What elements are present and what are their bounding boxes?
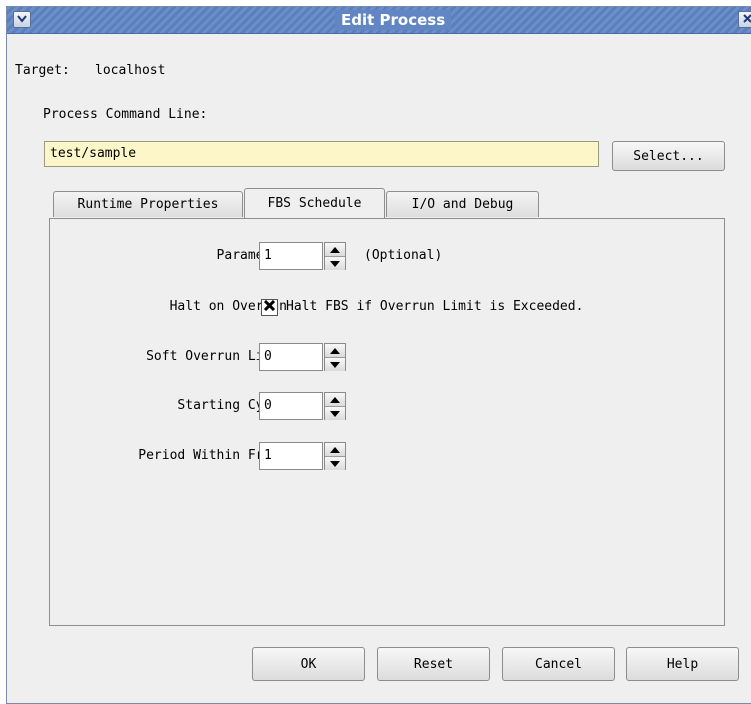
parameter-spinner[interactable] xyxy=(324,242,346,270)
window-menu-button[interactable] xyxy=(13,11,31,28)
select-button[interactable]: Select... xyxy=(612,141,725,171)
tab-label: Runtime Properties xyxy=(77,197,219,212)
tab-fbs-schedule[interactable]: FBS Schedule xyxy=(244,188,385,218)
chevron-down-icon xyxy=(17,12,27,27)
halt-on-overrun-checkbox[interactable] xyxy=(261,299,278,316)
starting-cycle-spinner[interactable] xyxy=(324,392,346,420)
parameter-hint: (Optional) xyxy=(364,248,443,263)
tab-io-and-debug[interactable]: I/O and Debug xyxy=(386,191,539,217)
spin-down-icon[interactable] xyxy=(325,406,345,420)
spin-up-icon[interactable] xyxy=(325,393,345,406)
target-label: Target: xyxy=(15,63,70,78)
spin-up-icon[interactable] xyxy=(325,443,345,456)
window-title: Edit Process xyxy=(335,10,452,30)
close-icon xyxy=(742,12,751,27)
tab-label: FBS Schedule xyxy=(267,196,362,211)
tab-label: I/O and Debug xyxy=(411,197,514,212)
spin-down-icon[interactable] xyxy=(325,256,345,270)
parameter-input[interactable]: 1 xyxy=(259,242,323,270)
fbs-schedule-panel: Parameter 1 (Optional) Halt on Overrun H… xyxy=(49,218,725,626)
spin-down-icon[interactable] xyxy=(325,357,345,371)
command-line-input[interactable]: test/sample xyxy=(44,141,599,167)
title-bar[interactable]: Edit Process xyxy=(7,7,751,34)
soft-overrun-limit-spinner[interactable] xyxy=(324,343,346,371)
spin-up-icon[interactable] xyxy=(325,344,345,357)
help-button[interactable]: Help xyxy=(626,647,739,681)
check-x-icon xyxy=(263,299,276,315)
ok-button[interactable]: OK xyxy=(252,647,365,681)
reset-button[interactable]: Reset xyxy=(377,647,490,681)
edit-process-dialog: Edit Process Target: localhost Process C… xyxy=(6,6,751,704)
soft-overrun-limit-input[interactable]: 0 xyxy=(259,343,323,371)
tab-runtime-properties[interactable]: Runtime Properties xyxy=(53,191,243,217)
spin-down-icon[interactable] xyxy=(325,456,345,470)
period-within-frame-spinner[interactable] xyxy=(324,442,346,470)
close-button[interactable] xyxy=(738,11,751,28)
target-value: localhost xyxy=(95,63,166,78)
starting-cycle-input[interactable]: 0 xyxy=(259,392,323,420)
halt-on-overrun-description: Halt FBS if Overrun Limit is Exceeded. xyxy=(286,299,584,314)
cancel-button[interactable]: Cancel xyxy=(502,647,615,681)
command-line-label: Process Command Line: xyxy=(43,107,208,122)
spin-up-icon[interactable] xyxy=(325,243,345,256)
period-within-frame-input[interactable]: 1 xyxy=(259,442,323,470)
